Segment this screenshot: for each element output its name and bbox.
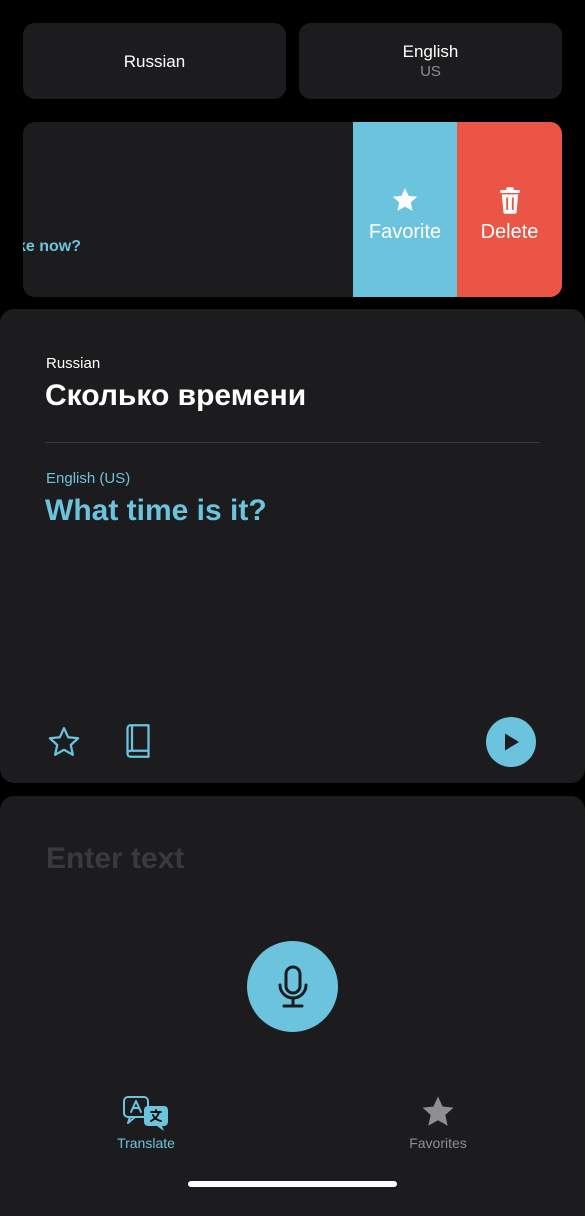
source-text: Сколько времени bbox=[45, 379, 307, 412]
text-input-area[interactable]: Enter text bbox=[0, 796, 585, 1216]
star-icon bbox=[392, 188, 418, 211]
microphone-icon bbox=[278, 965, 307, 1007]
trash-icon bbox=[499, 187, 520, 214]
source-language-label: Russian bbox=[123, 51, 186, 71]
translation-card: Russian Сколько времени English (US) Wha… bbox=[0, 309, 585, 783]
target-language-button[interactable]: English US bbox=[299, 23, 562, 99]
favorite-action-label: Favorite bbox=[368, 221, 442, 243]
star-outline-icon[interactable] bbox=[46, 724, 82, 760]
target-language-region: US bbox=[420, 63, 441, 80]
tab-translate-label: Translate bbox=[117, 1135, 175, 1151]
home-indicator bbox=[188, 1181, 397, 1187]
tab-favorites-label: Favorites bbox=[409, 1135, 467, 1151]
history-item-text: ke now? bbox=[23, 238, 82, 255]
source-language-button[interactable]: Russian bbox=[23, 23, 286, 99]
source-language-caption: Russian bbox=[46, 355, 101, 372]
tab-favorites[interactable]: Favorites bbox=[378, 1095, 498, 1151]
book-icon[interactable] bbox=[123, 723, 153, 759]
play-icon bbox=[505, 733, 519, 751]
target-language-label: English bbox=[402, 42, 459, 61]
translated-text: What time is it? bbox=[45, 494, 267, 527]
favorite-action-button[interactable]: Favorite bbox=[353, 122, 457, 297]
divider bbox=[45, 442, 540, 443]
tab-translate[interactable]: Translate bbox=[86, 1095, 206, 1151]
delete-action-label: Delete bbox=[480, 221, 539, 243]
microphone-button[interactable] bbox=[247, 941, 338, 1032]
delete-action-button[interactable]: Delete bbox=[457, 122, 562, 297]
play-button[interactable] bbox=[486, 717, 536, 767]
target-language-caption: English (US) bbox=[46, 470, 131, 487]
translate-icon bbox=[123, 1096, 168, 1131]
enter-text-input[interactable]: Enter text bbox=[46, 842, 184, 876]
star-icon bbox=[422, 1096, 454, 1126]
history-item[interactable]: ke now? Favorite Delete bbox=[23, 122, 562, 297]
